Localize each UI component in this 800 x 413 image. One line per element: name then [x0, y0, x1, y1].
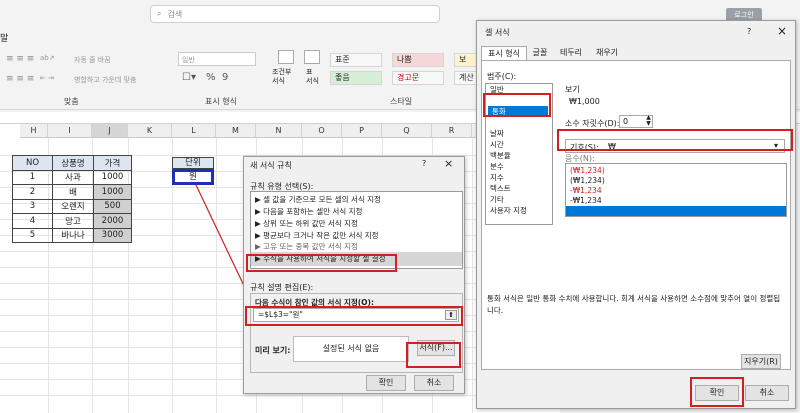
- cancel-button[interactable]: 취소: [414, 375, 454, 391]
- stepper-arrows-icon[interactable]: ▲ ▼: [644, 115, 653, 128]
- highlight-box: [245, 306, 463, 326]
- list-item[interactable]: ▶ 상위 또는 하위 값만 서식 지정: [251, 218, 462, 230]
- format-cells-dialog: 셀 서식 ? × 표시 형식 글꼴 테두리 채우기 범주(C): 일반 숫자 통…: [476, 20, 796, 409]
- list-item[interactable]: 지수: [486, 172, 552, 183]
- highlight-box: [406, 342, 461, 368]
- new-rule-dialog: 새 서식 규칙 ? × 규칙 유형 선택(S): ▶ 셀 값을 기준으로 모든 …: [243, 156, 465, 394]
- list-item[interactable]: 사용자 지정: [486, 205, 552, 216]
- close-icon[interactable]: ×: [444, 157, 453, 170]
- list-item[interactable]: (₩1,234): [566, 176, 786, 186]
- cancel-button[interactable]: 취소: [745, 385, 789, 401]
- preview-box: 설정된 서식 없음: [293, 336, 409, 362]
- tab-font[interactable]: 글꼴: [529, 47, 551, 59]
- category-label: 범주(C):: [487, 72, 517, 81]
- list-item[interactable]: 텍스트: [486, 183, 552, 194]
- list-item[interactable]: 분수: [486, 161, 552, 172]
- tab-border[interactable]: 테두리: [555, 47, 587, 59]
- decimals-label: 소수 자릿수(D):: [565, 119, 620, 128]
- description-text: 통화 서식은 일반 통화 수치에 사용합니다. 회계 서식을 사용하면 소수점에…: [487, 294, 781, 315]
- list-item[interactable]: -₩1,234: [566, 196, 786, 206]
- help-icon[interactable]: ?: [747, 27, 751, 36]
- close-icon[interactable]: ×: [777, 24, 787, 38]
- ok-button[interactable]: 확인: [366, 375, 406, 391]
- tab-fill[interactable]: 채우기: [591, 47, 623, 59]
- rule-edit-label: 규칙 설명 편집(E):: [250, 283, 314, 292]
- dialog-title: 새 서식 규칙: [250, 161, 292, 170]
- list-item[interactable]: 백분율: [486, 150, 552, 161]
- help-icon[interactable]: ?: [422, 159, 426, 168]
- list-item-selected[interactable]: -₩1,234: [566, 206, 786, 216]
- highlight-box: [483, 93, 551, 117]
- list-item[interactable]: ▶ 셀 값을 기준으로 모든 셀의 서식 지정: [251, 194, 462, 206]
- list-item[interactable]: 날짜: [486, 128, 552, 139]
- clear-button[interactable]: 지우기(R): [741, 354, 781, 369]
- sample-value: ₩1,000: [569, 97, 600, 106]
- preview-label: 미리 보기:: [255, 346, 291, 355]
- list-item[interactable]: ▶ 평균보다 크거나 작은 값만 서식 지정: [251, 230, 462, 242]
- highlight-box: [246, 254, 397, 272]
- highlight-box: [557, 129, 793, 151]
- list-item[interactable]: ▶ 고유 또는 중복 값만 서식 지정: [251, 242, 462, 252]
- dialog-title: 셀 서식: [485, 28, 510, 37]
- list-item[interactable]: ▶ 다음을 포함하는 셀만 서식 지정: [251, 206, 462, 218]
- sample-label: 보기: [565, 85, 580, 94]
- highlight-box: [690, 377, 744, 407]
- tab-number[interactable]: 표시 형식: [481, 46, 527, 60]
- list-item[interactable]: -₩1,234: [566, 186, 786, 196]
- list-item[interactable]: 시간: [486, 139, 552, 150]
- list-item[interactable]: (₩1,234): [566, 166, 786, 176]
- list-item[interactable]: 회계: [486, 117, 552, 128]
- negative-list[interactable]: (₩1,234) (₩1,234) -₩1,234 -₩1,234 -₩1,23…: [565, 163, 787, 217]
- list-item[interactable]: 기타: [486, 194, 552, 205]
